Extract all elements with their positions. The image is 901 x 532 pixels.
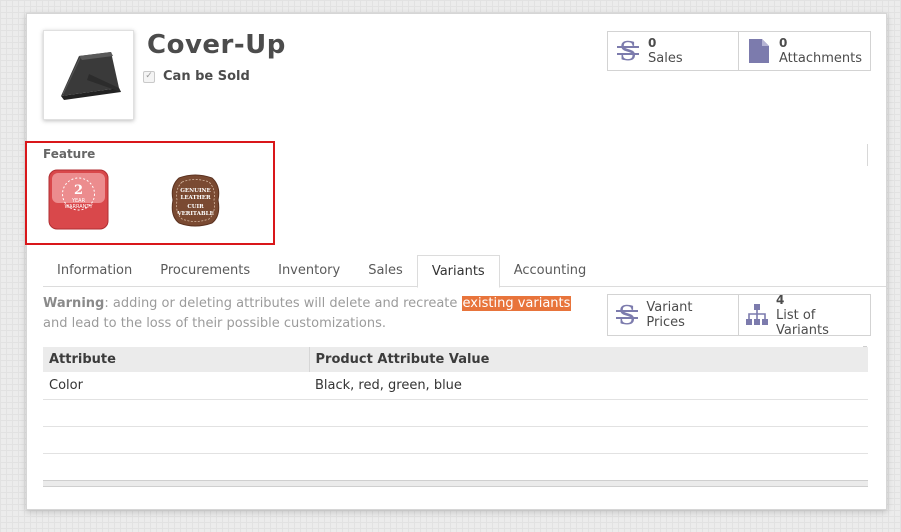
svg-text:S: S bbox=[619, 38, 637, 64]
dollar-icon: S bbox=[614, 37, 642, 65]
warranty-number: 2 bbox=[74, 183, 83, 198]
dollar-icon: S bbox=[614, 301, 640, 329]
warranty-badge-icon[interactable]: 2 YEAR WARRANTY bbox=[48, 169, 109, 230]
tab-information[interactable]: Information bbox=[43, 255, 146, 287]
attribute-value-cell[interactable]: Black, red, green, blue bbox=[309, 372, 868, 400]
product-image[interactable] bbox=[43, 30, 134, 120]
attachments-count: 0 bbox=[779, 36, 788, 50]
leather-line2: LEATHER bbox=[180, 195, 211, 201]
empty-row bbox=[43, 399, 868, 427]
genuine-leather-badge-icon[interactable]: GENUINE LEATHER CUIR VERITABLE bbox=[169, 172, 222, 229]
divider bbox=[867, 144, 869, 166]
leather-line1: GENUINE bbox=[180, 188, 211, 194]
column-header-attribute[interactable]: Attribute bbox=[43, 347, 310, 372]
tab-accounting[interactable]: Accounting bbox=[500, 255, 601, 287]
sales-label: Sales bbox=[648, 51, 683, 66]
variants-warning: Warning: adding or deleting attributes w… bbox=[43, 294, 588, 334]
tablet-cover-image bbox=[60, 52, 121, 100]
table-footer bbox=[43, 480, 868, 487]
table-row[interactable]: Color Black, red, green, blue bbox=[43, 372, 868, 400]
attribute-table: Attribute Product Attribute Value Color … bbox=[43, 347, 868, 481]
variant-prices-button[interactable]: S Variant Prices bbox=[608, 295, 739, 335]
warning-text-before: : adding or deleting attributes will del… bbox=[104, 296, 462, 311]
attachments-label: Attachments bbox=[779, 51, 862, 66]
can-be-sold-label: Can be Sold bbox=[163, 69, 250, 84]
empty-row bbox=[43, 453, 868, 481]
variants-count: 4 bbox=[775, 292, 785, 307]
can-be-sold-checkbox[interactable]: ✓ Can be Sold bbox=[143, 69, 250, 84]
warning-text-after: and lead to the loss of their possible c… bbox=[43, 316, 386, 331]
document-icon bbox=[745, 37, 773, 65]
svg-text:S: S bbox=[618, 302, 636, 328]
attribute-cell[interactable]: Color bbox=[43, 372, 309, 400]
feature-label: Feature bbox=[43, 147, 96, 161]
empty-row bbox=[43, 426, 868, 454]
list-of-variants-button[interactable]: 4 List of Variants bbox=[739, 292, 870, 338]
list-of-variants-label: List of Variants bbox=[775, 307, 829, 338]
notebook-tabs: Information Procurements Inventory Sales… bbox=[43, 255, 886, 288]
warranty-text: WARRANTY bbox=[64, 204, 93, 210]
sales-button[interactable]: S 0 Sales bbox=[608, 32, 739, 70]
warning-prefix: Warning bbox=[43, 296, 105, 311]
warning-highlight: existing variants bbox=[461, 296, 572, 311]
sales-count: 0 bbox=[648, 36, 657, 50]
tab-inventory[interactable]: Inventory bbox=[264, 255, 354, 287]
checkbox-icon[interactable]: ✓ bbox=[143, 70, 155, 83]
product-name[interactable]: Cover-Up bbox=[147, 30, 286, 60]
smart-buttons: S 0 Sales 0 Attachments bbox=[607, 31, 871, 71]
column-header-attribute-value[interactable]: Product Attribute Value bbox=[309, 347, 868, 372]
variant-prices-label: Variant Prices bbox=[646, 300, 693, 330]
leather-line4: VERITABLE bbox=[176, 211, 213, 217]
tab-variants[interactable]: Variants bbox=[416, 255, 500, 288]
product-form-sheet: Cover-Up ✓ Can be Sold S 0 Sales 0 Attac… bbox=[25, 13, 887, 510]
attachments-button[interactable]: 0 Attachments bbox=[739, 32, 870, 70]
hierarchy-icon bbox=[745, 301, 770, 329]
tab-sales[interactable]: Sales bbox=[354, 255, 417, 287]
variant-smart-buttons: S Variant Prices 4 List of Variants bbox=[607, 292, 871, 338]
tab-procurements[interactable]: Procurements bbox=[146, 255, 264, 287]
leather-line3: CUIR bbox=[187, 204, 204, 210]
